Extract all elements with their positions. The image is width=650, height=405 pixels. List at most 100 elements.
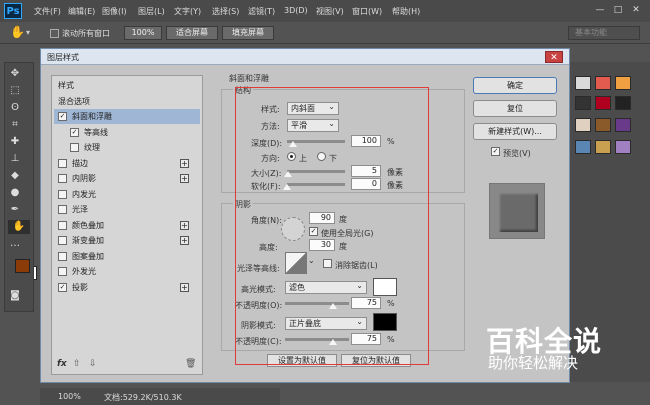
style-item[interactable]: 纹理 [54,140,200,155]
menu-filter[interactable]: 滤镜(T) [248,6,275,17]
new-style-button[interactable]: 新建样式(W)... [473,123,557,140]
menu-image[interactable]: 图像(I) [102,6,127,17]
style-swatch[interactable] [615,96,631,110]
maximize-icon[interactable]: □ [612,4,624,16]
style-item-label: 图案叠加 [72,251,104,261]
style-checkbox[interactable] [58,236,67,245]
menu-help[interactable]: 帮助(H) [392,6,420,17]
add-effect-icon[interactable]: + [180,220,189,230]
styles-list: 样式 混合选项 ✓ 斜面和浮雕 ✓ 等高线 纹理 描边 + 内阴影 + 内发光 光泽 颜色叠加 + 渐变叠加 +… [51,75,203,375]
style-item[interactable]: 渐变叠加 + [54,233,200,248]
style-checkbox[interactable] [58,174,67,183]
preview-checkbox[interactable]: ✓ [491,147,500,156]
style-item[interactable]: 颜色叠加 + [54,218,200,233]
delete-icon[interactable]: 🗑 [185,359,196,369]
move-tool-icon[interactable]: ✥ [8,67,22,81]
add-effect-icon[interactable]: + [180,174,189,183]
options-bar: ✋ ▾ 滚动所有窗口 100% 适合屏幕 填充屏幕 基本功能 [0,22,650,44]
style-checkbox[interactable] [70,143,79,152]
style-item-label: 描边 [72,158,88,168]
style-item[interactable]: 内阴影 + [54,171,200,186]
close-icon[interactable]: ✕ [545,51,563,63]
style-item[interactable]: ✓ 斜面和浮雕 [54,109,200,124]
quick-mask-icon[interactable]: ◙ [8,289,22,303]
scroll-all-label: 滚动所有窗口 [62,29,110,38]
minimize-icon[interactable]: — [594,4,606,16]
eraser-tool-icon[interactable]: ◆ [8,169,22,183]
style-item-label: 投影 [72,282,88,292]
style-checkbox[interactable] [58,158,67,168]
workspace-select[interactable]: 基本功能 [568,26,640,40]
style-item[interactable]: 外发光 [54,264,200,279]
style-swatch[interactable] [595,96,611,110]
add-effect-icon[interactable]: + [180,282,189,292]
add-effect-icon[interactable]: + [180,236,189,245]
tool-preset-arrow-icon[interactable]: ▾ [26,28,30,37]
style-swatch[interactable] [575,76,591,90]
style-checkbox[interactable] [58,205,67,214]
style-checkbox[interactable] [58,189,67,199]
style-swatch[interactable] [595,118,611,132]
style-item[interactable]: 光泽 [54,202,200,217]
menu-edit[interactable]: 编辑(E) [68,6,95,17]
crop-tool-icon[interactable]: ⌗ [8,118,22,132]
style-swatch[interactable] [615,118,631,132]
style-item[interactable]: 混合选项 [54,94,200,109]
style-checkbox[interactable]: ✓ [70,127,79,137]
dialog-title: 图层样式 [47,53,79,62]
reset-button[interactable]: 复位 [473,100,557,117]
blur-tool-icon[interactable]: ● [8,186,22,200]
style-item[interactable]: ✓ 投影 + [54,280,200,295]
pen-tool-icon[interactable]: ✒ [8,203,22,217]
style-swatch[interactable] [595,76,611,90]
style-checkbox[interactable]: ✓ [58,112,67,121]
style-swatch[interactable] [575,96,591,110]
style-item[interactable]: 描边 + [54,156,200,171]
style-swatch[interactable] [615,140,631,154]
more-tools-icon[interactable]: … [8,237,22,251]
menu-3d[interactable]: 3D(D) [284,6,308,15]
menu-view[interactable]: 视图(V) [316,6,344,17]
style-item-label: 外发光 [72,267,96,276]
watermark-subtext: 助你轻松解决 [488,354,579,372]
fill-screen-button[interactable]: 填充屏幕 [222,26,274,40]
menu-bar: Ps 文件(F) 编辑(E) 图像(I) 图层(L) 文字(Y) 选择(S) 滤… [0,0,650,22]
style-item[interactable]: ✓ 等高线 [54,125,200,140]
style-checkbox[interactable] [58,220,67,230]
close-window-icon[interactable]: ✕ [630,4,642,16]
fit-screen-button[interactable]: 适合屏幕 [166,26,218,40]
style-swatch[interactable] [615,76,631,90]
fx-icon[interactable]: fx [57,359,67,369]
style-checkbox[interactable] [58,267,67,276]
hand-tool-icon-active[interactable]: ✋ [8,220,30,234]
heal-tool-icon[interactable]: ✚ [8,135,22,149]
menu-type[interactable]: 文字(Y) [174,6,201,17]
style-item[interactable]: 图案叠加 [54,249,200,264]
ok-button[interactable]: 确定 [473,77,557,94]
style-item-label: 纹理 [84,143,100,152]
menu-select[interactable]: 选择(S) [212,6,239,17]
stamp-tool-icon[interactable]: ⊥ [8,152,22,166]
menu-layer[interactable]: 图层(L) [138,6,165,17]
dialog-titlebar: 图层样式 ✕ [41,49,569,65]
style-swatch[interactable] [575,118,591,132]
lasso-tool-icon[interactable]: ʘ [8,101,22,115]
style-checkbox[interactable]: ✓ [58,282,67,292]
foreground-color-swatch[interactable] [15,259,30,273]
menu-window[interactable]: 窗口(W) [352,6,382,17]
zoom-100-button[interactable]: 100% [124,26,162,40]
style-item-label: 等高线 [84,127,108,137]
add-effect-icon[interactable]: + [180,158,189,168]
menu-file[interactable]: 文件(F) [34,6,61,17]
move-down-icon[interactable]: ⇩ [89,359,97,369]
style-swatch[interactable] [595,140,611,154]
highlight-annotation-box [235,87,429,365]
move-up-icon[interactable]: ⇧ [73,359,81,369]
marquee-tool-icon[interactable]: ⬚ [8,84,22,98]
style-item[interactable]: 样式 [54,78,200,93]
scroll-all-checkbox[interactable] [50,29,59,38]
style-swatch[interactable] [575,140,591,154]
style-checkbox[interactable] [58,251,67,261]
style-item[interactable]: 内发光 [54,187,200,202]
hand-tool-icon[interactable]: ✋ [10,25,25,39]
